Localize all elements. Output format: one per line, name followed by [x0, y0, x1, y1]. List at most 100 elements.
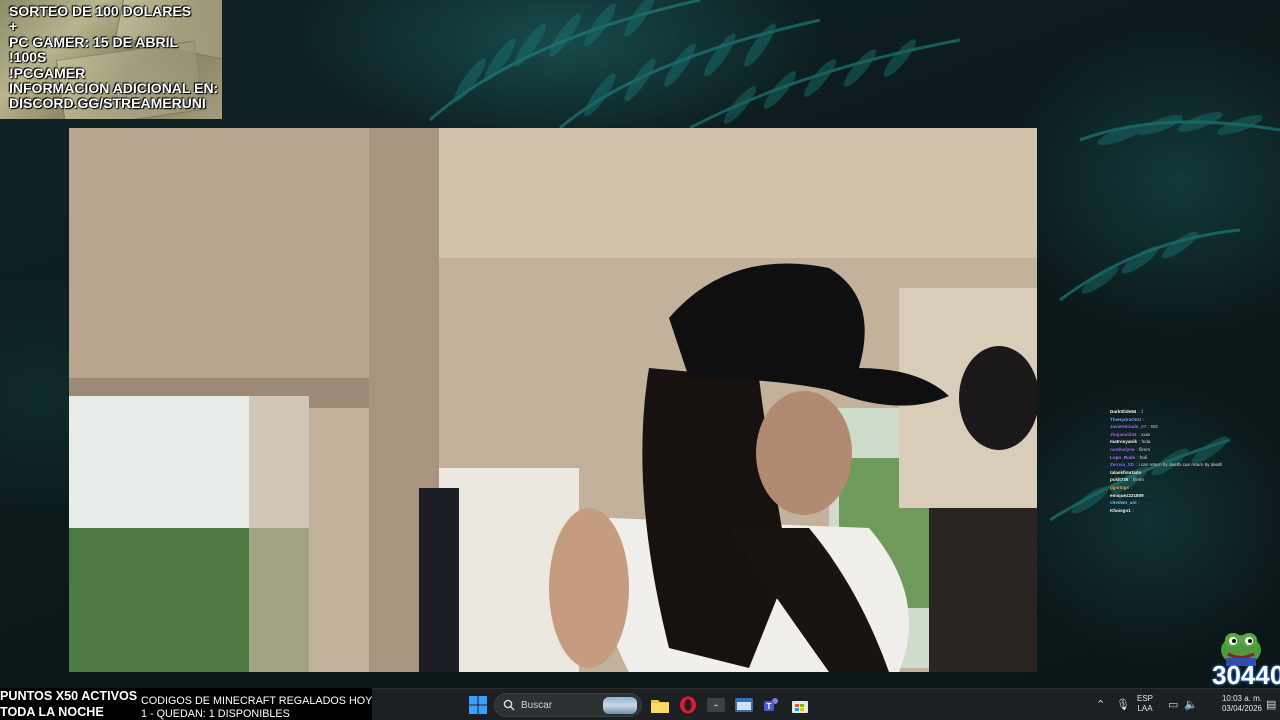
- chat-text: : fiimm: [1130, 477, 1144, 483]
- chat-message: ggsitogs:: [1106, 484, 1280, 492]
- chat-username: ggsitogs: [1110, 484, 1130, 490]
- chat-message: Lopo_Rods: holi: [1106, 454, 1280, 462]
- dark-jacket: [419, 488, 459, 672]
- chat-username: TheHydraOnU: [1110, 416, 1141, 422]
- giveaway-line: DISCORD.GG/STREAMERUNI: [9, 95, 206, 112]
- chat-text: : i can return by deathi can return by d…: [1136, 462, 1223, 468]
- chat-text: :: [1138, 500, 1140, 506]
- codes-line-2: 1 - QUEDAN: 1 DISPONIBLES: [141, 708, 290, 720]
- chat-message: Zerova_XD: i can return by deathi can re…: [1106, 461, 1280, 469]
- file-explorer-icon: [651, 699, 669, 713]
- notification-icon[interactable]: ▤: [1266, 698, 1276, 711]
- chevron-up-icon[interactable]: ⌃: [1096, 698, 1105, 711]
- opera-icon: [680, 696, 696, 714]
- system-tray: ⌃ 🎙 ESP LAA ▭ 🔈 10:03 a. m. 03/04/2026 ▤: [1090, 689, 1280, 720]
- webcam-scene: [69, 128, 1037, 672]
- chat-text: :: [1142, 416, 1145, 422]
- volume-icon[interactable]: 🔈: [1184, 698, 1198, 711]
- giveaway-line: SORTEO DE 100 DOLARES: [9, 3, 192, 19]
- chat-username: DarkSlide84: [1110, 409, 1137, 414]
- webcam-feed: [69, 128, 1037, 672]
- window-icon: [735, 698, 753, 712]
- lamp: [959, 346, 1037, 450]
- chat-text: :: [1143, 469, 1145, 475]
- chat-username: chedwn_uni: [1110, 500, 1137, 506]
- chat-username: pcklt736: [1110, 477, 1129, 483]
- chat-message: DarkSlide84: :l: [1106, 408, 1280, 416]
- giveaway-text: SORTEO DE 100 DOLARES + PC GAMER: 15 DE …: [9, 3, 218, 112]
- teams-icon: T: [764, 698, 778, 711]
- language-indicator[interactable]: ESP LAA: [1137, 694, 1153, 714]
- chat-text: : xxxx: [1138, 431, 1151, 437]
- language-region: LAA: [1137, 704, 1153, 713]
- search-highlight-image: [603, 697, 637, 714]
- minecraft-codes-banner: CODIGOS DE MINECRAFT REGALADOS HOY: 1 - …: [140, 688, 372, 720]
- search-placeholder: Buscar: [521, 699, 553, 711]
- taskbar-clock[interactable]: 10:03 a. m. 03/04/2026: [1214, 694, 1262, 714]
- chat-overlay: DarkSlide84: :l TheHydraOnU: Javiermirado_…: [1106, 408, 1280, 538]
- chat-text: : GG: [1148, 424, 1158, 430]
- giveaway-line: +: [9, 18, 18, 35]
- curtain: [249, 396, 309, 672]
- window-app-button[interactable]: [732, 693, 756, 717]
- app-icon: ▪▪: [707, 698, 725, 712]
- chat-text: : fiimm: [1136, 446, 1151, 452]
- giveaway-line: PC GAMER: 15 DE ABRIL: [9, 33, 179, 50]
- store-button[interactable]: [788, 693, 812, 717]
- chat-username: Javiermirado_07: [1110, 424, 1147, 430]
- language-code: ESP: [1137, 694, 1154, 703]
- chat-username: nortikalyne: [1110, 446, 1135, 452]
- dark-furniture: [929, 508, 1037, 672]
- chat-message: TheHydraOnU:: [1106, 416, 1280, 424]
- opera-button[interactable]: [676, 693, 700, 717]
- chat-username: emiquez221809: [1110, 492, 1144, 498]
- points-line-1: PUNTOS X50 ACTIVOS: [0, 689, 138, 703]
- search-icon: [503, 699, 515, 711]
- chat-text: :: [1131, 484, 1133, 490]
- chat-username: Khaisgo1: [1110, 507, 1131, 513]
- codes-line-1: CODIGOS DE MINECRAFT REGALADOS HOY:: [141, 695, 372, 707]
- chat-message: nortikalyne: fiimm: [1106, 446, 1280, 454]
- person-arm: [549, 508, 629, 668]
- chat-message: emiquez221809:: [1106, 492, 1280, 500]
- teams-button[interactable]: T: [760, 693, 784, 717]
- chat-message: Javiermirado_07: GG: [1106, 423, 1280, 431]
- chat-text: :: [1145, 492, 1147, 498]
- chat-username: Zerova_XD: [1110, 462, 1135, 468]
- network-icon[interactable]: ▭: [1168, 698, 1178, 711]
- chat-message: Jhojanvid43: xxxx: [1106, 431, 1280, 439]
- windows-start-button[interactable]: [466, 693, 490, 717]
- chat-message: chedwn_uni:: [1106, 499, 1280, 507]
- chat-username: matrosyanik: [1110, 439, 1138, 445]
- giveaway-overlay: SORTEO DE 100 DOLARES + PC GAMER: 15 DE …: [0, 0, 222, 119]
- svg-text:T: T: [767, 702, 772, 711]
- chat-text: : holi: [1137, 454, 1147, 460]
- giveaway-line: !PCGAMER: [9, 64, 86, 81]
- chat-message: Khaisgo1:: [1106, 507, 1280, 515]
- clock-time: 10:03 a. m.: [1221, 694, 1262, 703]
- chat-text: : :l: [1138, 409, 1144, 414]
- chat-message: pcklt736: fiimm: [1106, 476, 1280, 484]
- chat-username: Lopo_Rods: [1110, 454, 1136, 460]
- chat-message: matrosyanik: hola: [1106, 438, 1280, 446]
- file-explorer-button[interactable]: [648, 693, 672, 717]
- chat-message: talaskfimrtado:: [1106, 469, 1280, 477]
- chat-username: Jhojanvid43: [1110, 431, 1137, 437]
- chat-text: : hola: [1139, 439, 1151, 445]
- counter-text: 304403: [1212, 660, 1280, 690]
- svg-text:▪▪: ▪▪: [714, 703, 718, 709]
- giveaway-line: !100S: [9, 49, 47, 66]
- store-icon: [792, 701, 808, 713]
- windows-start-icon: [469, 696, 487, 714]
- microphone-icon[interactable]: 🎙: [1116, 698, 1130, 711]
- chat-username: talaskfimrtado: [1110, 469, 1142, 475]
- points-line-2: TODA LA NOCHE: [0, 704, 104, 719]
- chat-message: [1106, 514, 1280, 522]
- windows-taskbar: Buscar ▪▪ T ⌃ 🎙 ESP LAA ▭ 🔈 10:03 a. m. …: [372, 688, 1280, 720]
- app-button[interactable]: ▪▪: [704, 693, 728, 717]
- chat-text: :: [1132, 507, 1134, 513]
- clock-date: 03/04/2026: [1221, 704, 1262, 713]
- taskbar-search-input[interactable]: Buscar: [494, 693, 642, 717]
- points-banner: PUNTOS X50 ACTIVOS TODA LA NOCHE: [0, 688, 140, 720]
- person-face: [756, 391, 852, 515]
